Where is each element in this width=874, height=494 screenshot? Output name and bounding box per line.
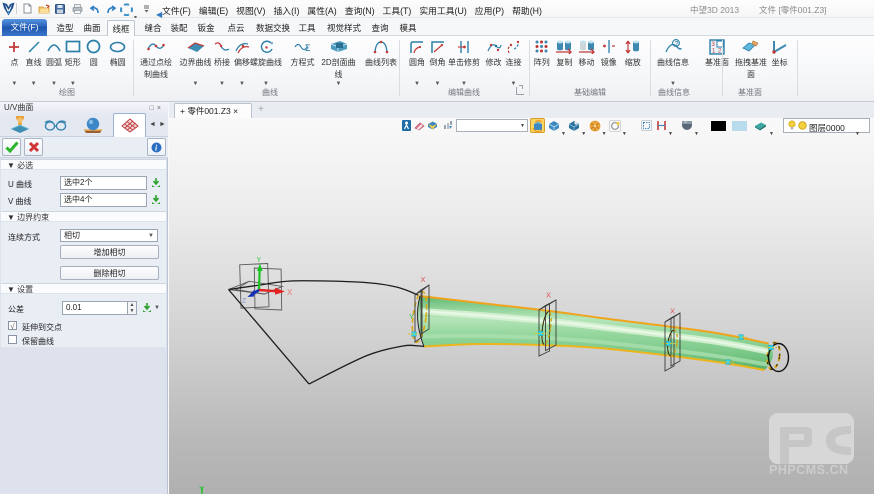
svg-text:Σ: Σ — [305, 43, 311, 53]
svg-text:X: X — [546, 291, 551, 300]
svg-text:Y: Y — [409, 312, 414, 321]
svg-text:?: ? — [675, 41, 679, 48]
svg-text:X: X — [670, 307, 675, 316]
svg-text:Y: Y — [257, 257, 262, 264]
svg-text:Z: Z — [242, 298, 247, 305]
svg-text:X: X — [421, 275, 426, 284]
svg-text:X: X — [287, 288, 293, 297]
